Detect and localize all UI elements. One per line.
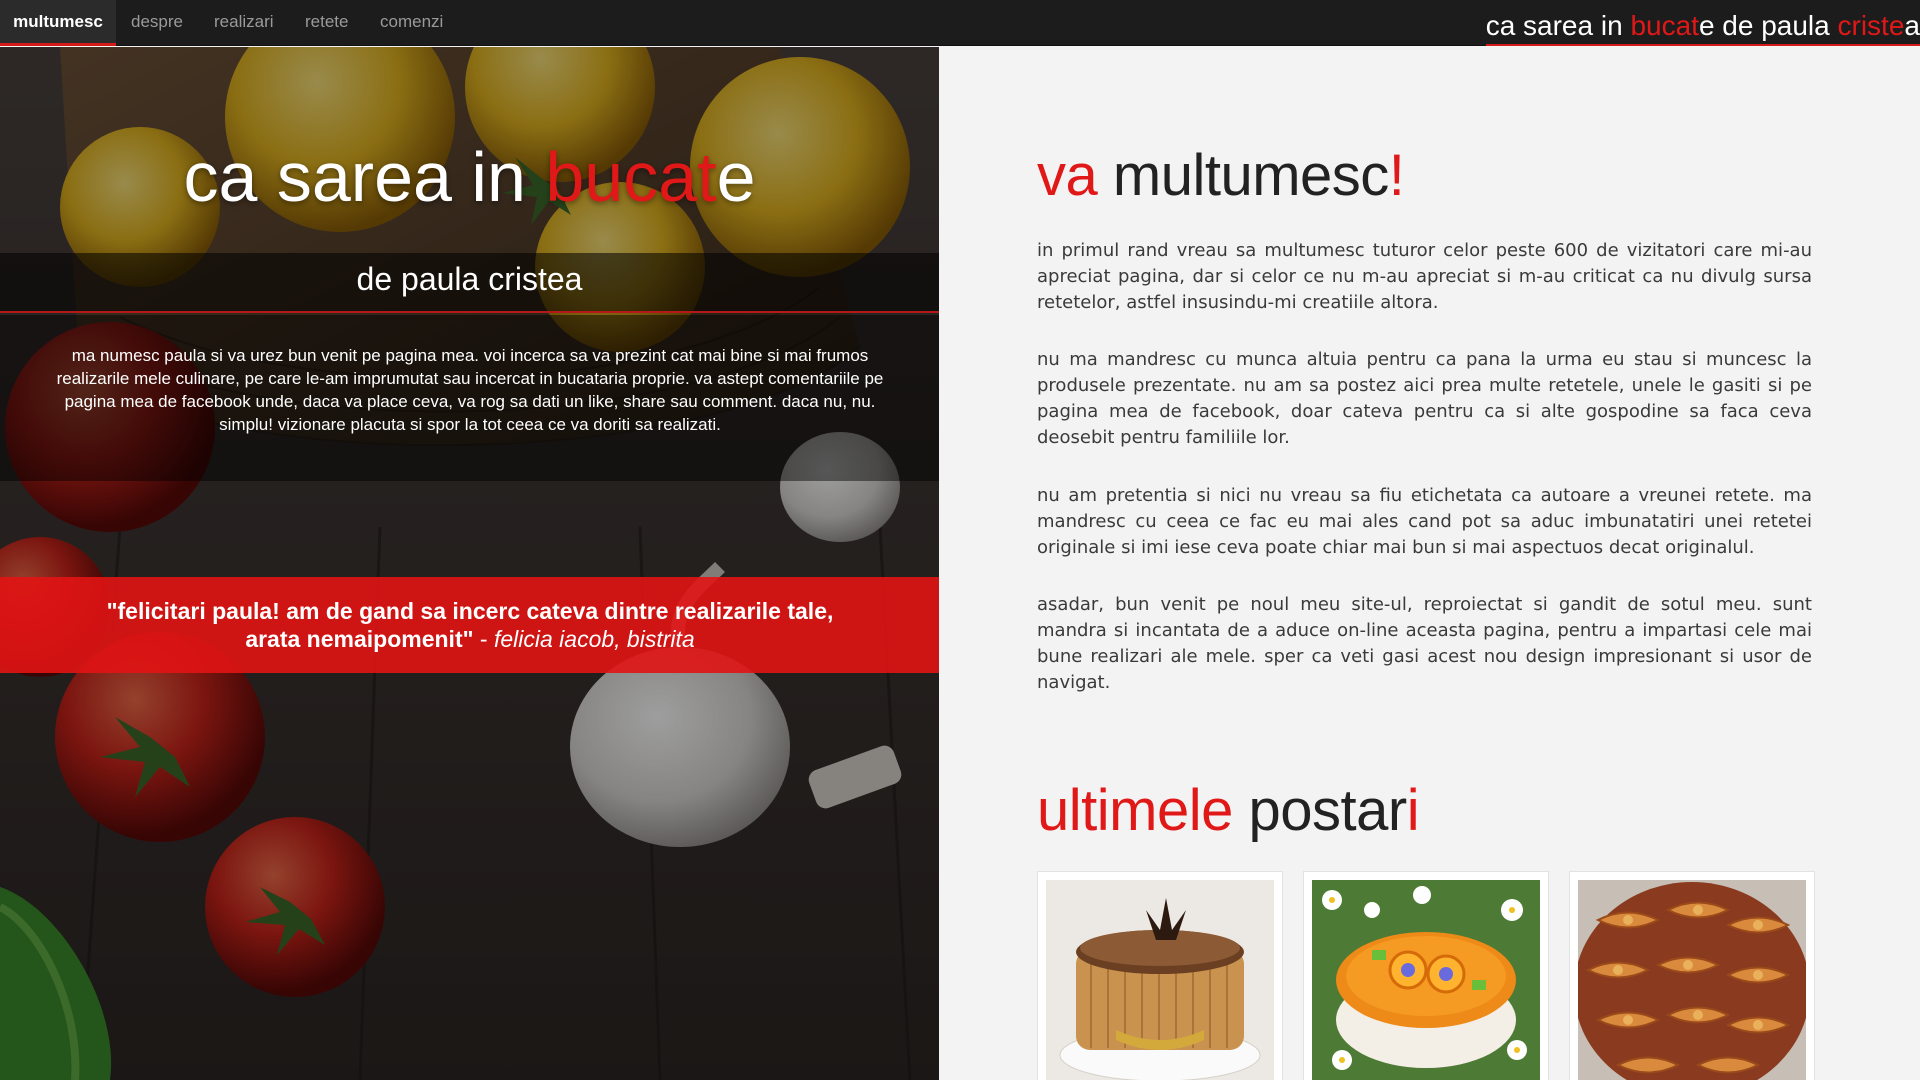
thanks-heading-part-3: ! <box>1388 143 1405 208</box>
recent-posts-heading-part-3: i <box>1406 778 1420 843</box>
paragraph-1: in primul rand vreau sa multumesc tuturo… <box>1037 240 1812 313</box>
post-thumbnail-1[interactable] <box>1037 871 1283 1080</box>
nav-item-realizari[interactable]: realizari <box>214 0 274 46</box>
recent-posts-heading: ultimele postari <box>1037 777 1420 844</box>
hero-title-part-2: bucat <box>545 138 717 216</box>
recent-posts-heading-part-1: ultimele <box>1037 778 1233 843</box>
brand-text-1: ca sarea in <box>1485 10 1631 41</box>
brand-text-2: bucat <box>1630 10 1699 41</box>
recent-posts-heading-part-2: postar <box>1232 778 1407 843</box>
testimonial-author: felicia iacob, bistrita <box>493 626 695 652</box>
brand-logo-link[interactable]: ca sarea in bucate de paula cristea <box>1485 6 1920 46</box>
paragraph-3: nu am pretentia si nici nu vreau sa fiu … <box>1037 485 1812 558</box>
brand-text-4: criste <box>1837 10 1905 41</box>
nav-item-despre[interactable]: despre <box>131 0 183 46</box>
thanks-heading: va multumesc! <box>1037 142 1405 209</box>
main-content: va multumesc! in primul rand vreau sa mu… <box>939 47 1920 1080</box>
testimonial-text: "felicitari paula! am de gand sa incerc … <box>106 598 834 652</box>
paragraph-2: nu ma mandresc cu munca altuia pentru ca… <box>1037 349 1812 448</box>
post-thumbnail-2[interactable] <box>1303 871 1549 1080</box>
testimonial-quote: "felicitari paula! am de gand sa incerc … <box>100 597 840 653</box>
nav-item-retete[interactable]: retete <box>305 0 348 46</box>
pastry-rolls-photo <box>1578 880 1806 1080</box>
testimonial-separator: - <box>473 626 494 652</box>
hero-title-part-1: ca sarea in <box>183 138 546 216</box>
tiramisu-cake-photo <box>1046 880 1274 1080</box>
post-thumbnail-3[interactable] <box>1569 871 1815 1080</box>
top-navbar: multumesc despre realizari retete comenz… <box>0 0 1920 46</box>
hero-intro-text: ma numesc paula si va urez bun venit pe … <box>56 346 884 434</box>
paragraph-4: asadar, bun venit pe noul meu site-ul, r… <box>1037 594 1812 693</box>
nav-item-comenzi[interactable]: comenzi <box>380 0 443 46</box>
hero-title: ca sarea in bucate <box>0 137 939 217</box>
nav-item-multumesc[interactable]: multumesc <box>0 0 116 46</box>
orange-cake-photo <box>1312 880 1540 1080</box>
hero-subtitle: de paula cristea <box>356 261 583 297</box>
thanks-heading-part-1: va <box>1037 143 1098 208</box>
brand-text-5: a <box>1904 10 1920 41</box>
brand-text-3: e de paula <box>1698 10 1838 41</box>
hero-panel: ca sarea in bucate de paula cristea ma n… <box>0 47 939 1080</box>
hero-title-part-3: e <box>716 138 756 216</box>
thanks-heading-part-2: multumesc <box>1097 143 1389 208</box>
